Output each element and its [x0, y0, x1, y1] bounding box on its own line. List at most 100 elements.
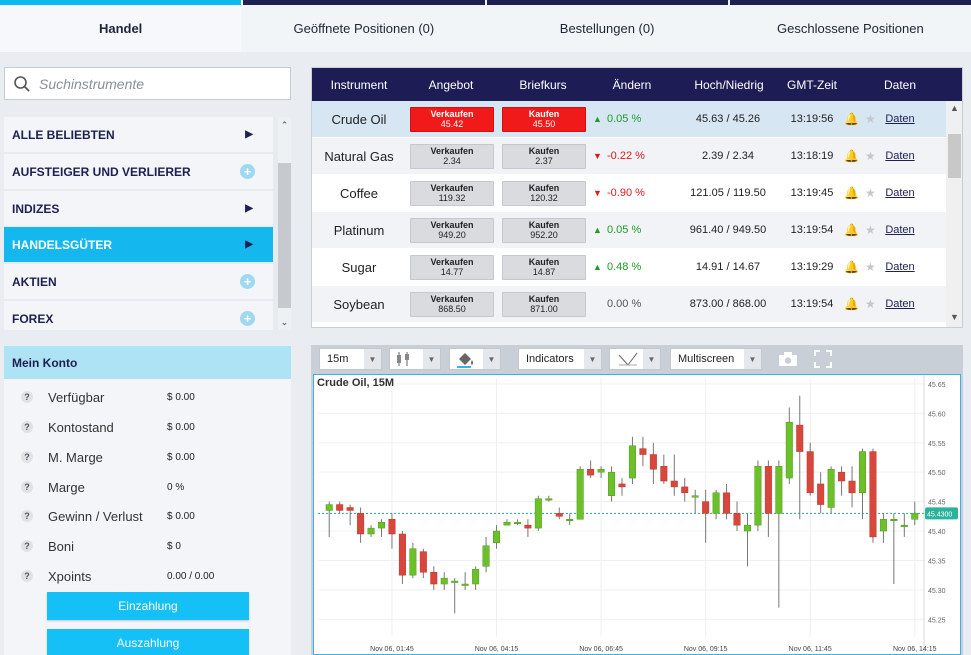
- data-link[interactable]: Daten: [880, 138, 920, 174]
- header-instrument[interactable]: Instrument: [312, 68, 406, 101]
- account-title: Mein Konto: [4, 346, 291, 379]
- star-icon[interactable]: ★: [865, 297, 876, 311]
- category-commodities[interactable]: HANDELSGÜTER ▶: [4, 227, 273, 262]
- table-row-crude-oil[interactable]: Crude Oil Verkaufen 45.42 Kaufen 45.50 ▲ 0.05 …: [312, 101, 946, 138]
- bell-icon[interactable]: 🔔: [844, 186, 859, 200]
- data-link[interactable]: Daten: [880, 286, 920, 322]
- header-gmt-time[interactable]: GMT-Zeit: [784, 68, 840, 101]
- help-icon[interactable]: ?: [21, 421, 33, 433]
- candle-body: [858, 451, 866, 494]
- buy-button[interactable]: Kaufen 871.00: [502, 291, 586, 317]
- help-icon[interactable]: ?: [21, 451, 33, 463]
- y-tick-label: 45.65: [928, 382, 946, 389]
- table-scrollbar[interactable]: ▲ ▼: [946, 101, 962, 327]
- buy-button[interactable]: Kaufen 45.50: [502, 106, 586, 132]
- instrument-name[interactable]: Natural Gas: [312, 138, 406, 174]
- header-high-low[interactable]: Hoch/Niedrig: [674, 68, 784, 101]
- data-link[interactable]: Daten: [880, 249, 920, 285]
- header-ask[interactable]: Briefkurs: [496, 68, 590, 101]
- tab-closed-positions[interactable]: Geschlossene Positionen: [729, 0, 971, 52]
- category-stocks[interactable]: AKTIEN +: [4, 264, 273, 299]
- bell-icon[interactable]: 🔔: [844, 112, 859, 126]
- table-row-sugar[interactable]: Sugar Verkaufen 14.77 Kaufen 14.87 ▲ 0.48 % 14.…: [312, 249, 946, 286]
- scroll-down-arrow-icon[interactable]: ▼: [946, 312, 962, 326]
- style-select[interactable]: ▼: [449, 348, 501, 370]
- sell-button[interactable]: Verkaufen 119.32: [410, 180, 494, 206]
- category-scrollbar[interactable]: ⌃ ⌄: [278, 117, 291, 330]
- bid-price: 868.50: [438, 304, 466, 314]
- camera-icon[interactable]: [777, 349, 799, 369]
- candle-body: [743, 524, 751, 532]
- bell-icon[interactable]: 🔔: [844, 223, 859, 237]
- instrument-name[interactable]: Crude Oil: [312, 101, 406, 137]
- bell-icon[interactable]: 🔔: [844, 149, 859, 163]
- withdraw-button[interactable]: Auszahlung: [47, 629, 249, 655]
- sell-button[interactable]: Verkaufen 949.20: [410, 217, 494, 243]
- header-bid[interactable]: Angebot: [406, 68, 496, 101]
- category-gainers-losers[interactable]: AUFSTEIGER UND VERLIERER +: [4, 154, 273, 189]
- bell-icon[interactable]: 🔔: [844, 260, 859, 274]
- candlestick-chart[interactable]: 45.65 45.60 45.55 45.50 45.45 45.40 45.35 45.30…: [314, 375, 960, 654]
- interval-select[interactable]: 15m ▼: [319, 348, 382, 370]
- buy-label: Kaufen: [528, 183, 560, 193]
- sell-button[interactable]: Verkaufen 45.42: [410, 106, 494, 132]
- help-icon[interactable]: ?: [21, 510, 33, 522]
- scroll-up-arrow-icon[interactable]: ▲: [946, 103, 962, 117]
- price-chart[interactable]: 45.65 45.60 45.55 45.50 45.45 45.40 45.35 45.30…: [313, 374, 961, 655]
- category-all-favorites[interactable]: ALLE BELIEBTEN ▶: [4, 117, 273, 152]
- drawing-tools-select[interactable]: ▼: [609, 348, 661, 370]
- indicators-select[interactable]: Indicators ▼: [518, 348, 602, 370]
- star-icon[interactable]: ★: [865, 260, 876, 274]
- table-row-soybean[interactable]: Soybean Verkaufen 868.50 Kaufen 871.00 0.00 %…: [312, 286, 946, 323]
- buy-button[interactable]: Kaufen 2.37: [502, 143, 586, 169]
- deposit-button[interactable]: Einzahlung: [47, 592, 249, 620]
- scrollbar-thumb[interactable]: [948, 134, 961, 178]
- layout-select[interactable]: Multiscreen ▼: [670, 348, 762, 370]
- sell-button[interactable]: Verkaufen 868.50: [410, 291, 494, 317]
- tab-open-positions[interactable]: Geöffnete Positionen (0): [243, 0, 485, 52]
- fullscreen-icon[interactable]: [812, 349, 834, 369]
- chevron-up-icon[interactable]: ⌃: [278, 118, 291, 132]
- candle-body: [702, 501, 710, 514]
- instrument-name[interactable]: Soybean: [312, 286, 406, 322]
- header-change[interactable]: Ändern: [590, 68, 674, 101]
- account-panel: Mein Konto ? Verfügbar $ 0.00 ? Kontostand $…: [4, 346, 291, 655]
- sell-button[interactable]: Verkaufen 2.34: [410, 143, 494, 169]
- star-icon[interactable]: ★: [865, 223, 876, 237]
- search-input[interactable]: [39, 75, 279, 92]
- chevron-down-icon[interactable]: ⌄: [278, 315, 291, 329]
- header-data[interactable]: Daten: [872, 68, 928, 101]
- star-icon[interactable]: ★: [865, 149, 876, 163]
- sell-button[interactable]: Verkaufen 14.77: [410, 254, 494, 280]
- data-link[interactable]: Daten: [880, 175, 920, 211]
- data-link[interactable]: Daten: [880, 101, 920, 137]
- instrument-name[interactable]: Sugar: [312, 249, 406, 285]
- star-icon[interactable]: ★: [865, 112, 876, 126]
- row-icons: 🔔 ★: [844, 138, 884, 174]
- category-forex[interactable]: FOREX +: [4, 301, 273, 330]
- help-icon[interactable]: ?: [21, 570, 33, 582]
- buy-button[interactable]: Kaufen 120.32: [502, 180, 586, 206]
- data-link[interactable]: Daten: [880, 212, 920, 248]
- tab-orders[interactable]: Bestellungen (0): [486, 0, 728, 52]
- star-icon[interactable]: ★: [865, 186, 876, 200]
- help-icon[interactable]: ?: [21, 391, 33, 403]
- gmt-time-value: 13:19:56: [790, 113, 834, 125]
- help-icon[interactable]: ?: [21, 481, 33, 493]
- instrument-name[interactable]: Platinum: [312, 212, 406, 248]
- tab-handel[interactable]: Handel: [0, 0, 242, 52]
- category-indices[interactable]: INDIZES ▶: [4, 191, 273, 226]
- table-row-coffee[interactable]: Coffee Verkaufen 119.32 Kaufen 120.32 ▼ -0.90 …: [312, 175, 946, 212]
- table-row-natural-gas[interactable]: Natural Gas Verkaufen 2.34 Kaufen 2.37 ▼ -0.22…: [312, 138, 946, 175]
- table-row-platinum[interactable]: Platinum Verkaufen 949.20 Kaufen 952.20 ▲ 0.05…: [312, 212, 946, 249]
- arrow-up-icon: ▲: [593, 225, 602, 235]
- bell-icon[interactable]: 🔔: [844, 297, 859, 311]
- category-list: ALLE BELIEBTEN ▶ AUFSTEIGER UND VERLIERER…: [4, 117, 291, 330]
- instrument-name[interactable]: Coffee: [312, 175, 406, 211]
- help-icon[interactable]: ?: [21, 540, 33, 552]
- buy-button[interactable]: Kaufen 14.87: [502, 254, 586, 280]
- chart-type-select[interactable]: ▼: [389, 348, 441, 370]
- search-icon: [5, 68, 39, 99]
- buy-button[interactable]: Kaufen 952.20: [502, 217, 586, 243]
- scrollbar-thumb[interactable]: [278, 163, 291, 308]
